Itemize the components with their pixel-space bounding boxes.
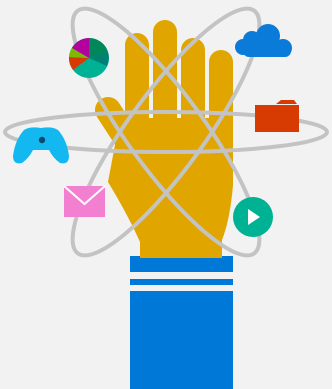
mail-icon [63,185,106,217]
hand-illustration-svg [3,6,329,389]
folder-icon [255,100,299,132]
sleeve-body [130,291,233,389]
cloud-icon [235,24,292,57]
play-icon [233,197,273,237]
gamepad-icon [13,127,69,164]
illustration [0,0,332,389]
sleeve-cuff [130,256,233,272]
pie-chart-icon [68,38,109,78]
sleeve-stripe [130,279,233,285]
sleeve [130,256,233,389]
hand [94,20,233,258]
